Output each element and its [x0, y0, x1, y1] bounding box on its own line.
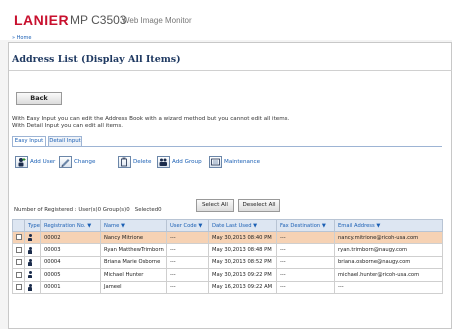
deselect-all-button[interactable]: Deselect All: [238, 199, 280, 212]
type-cell: [24, 268, 41, 282]
table-row[interactable]: 00002 Nancy Mitrione --- May 30,2013 08:…: [12, 230, 443, 245]
date-cell: May 30,2013 08:52 PM: [208, 255, 277, 270]
row-checkbox[interactable]: [16, 234, 22, 241]
name-cell: Michael Hunter: [100, 268, 167, 282]
user-code-cell: ---: [166, 243, 209, 257]
maintenance-button[interactable]: Maintenance: [209, 155, 260, 169]
name-cell: Jameel: [100, 280, 167, 294]
name-cell: Briana Marie Osborne: [100, 255, 167, 270]
change-icon: [59, 156, 72, 168]
delete-label: Delete: [133, 159, 152, 165]
table-row[interactable]: 00004 Briana Marie Osborne --- May 30,20…: [12, 255, 443, 270]
table-row[interactable]: 00005 Michael Hunter --- May 30,2013 09:…: [12, 268, 443, 282]
fax-cell: ---: [276, 268, 335, 282]
model-name: MP C3503: [70, 13, 127, 27]
user-code-cell: ---: [166, 268, 209, 282]
column-header-type[interactable]: Type ▼: [24, 219, 41, 232]
change-button[interactable]: Change: [59, 155, 95, 169]
email-cell: michael.hunter@ricoh-usa.com: [334, 268, 443, 282]
column-header-registration-no[interactable]: Registration No. ▼: [40, 219, 101, 232]
table-row[interactable]: 00003 Ryan MatthewTrimborn --- May 30,20…: [12, 243, 443, 257]
back-button[interactable]: Back: [16, 92, 62, 105]
user-code-cell: ---: [166, 230, 209, 245]
email-cell: briana.osborne@naugy.com: [334, 255, 443, 270]
delete-button[interactable]: Delete: [118, 155, 151, 169]
table-header-row: Type ▼ Registration No. ▼ Name ▼ User Co…: [12, 219, 443, 232]
registration-no-cell: 00001: [40, 280, 101, 294]
change-label: Change: [74, 159, 96, 165]
user-code-cell: ---: [166, 280, 209, 294]
registration-no-cell: 00002: [40, 230, 101, 245]
info-easy-input: With Easy Input you can edit the Address…: [12, 116, 290, 122]
address-table: Type ▼ Registration No. ▼ Name ▼ User Co…: [12, 219, 443, 294]
user-type-icon: [28, 234, 32, 242]
fax-cell: ---: [276, 230, 335, 245]
row-checkbox-cell[interactable]: [12, 255, 25, 270]
row-checkbox[interactable]: [16, 246, 22, 253]
add-user-button[interactable]: Add User: [15, 155, 55, 169]
date-cell: May 16,2013 09:22 AM: [208, 280, 277, 294]
user-type-icon: [28, 283, 32, 291]
table-row[interactable]: 00001 Jameel --- May 16,2013 09:22 AM --…: [12, 280, 443, 294]
tab-easy-input[interactable]: Easy Input: [12, 136, 46, 146]
email-cell: ---: [334, 280, 443, 294]
tab-divider: [12, 146, 442, 147]
maintenance-icon: [209, 156, 222, 168]
name-cell: Nancy Mitrione: [100, 230, 167, 245]
add-group-label: Add Group: [172, 159, 202, 165]
type-cell: [24, 280, 41, 294]
row-checkbox[interactable]: [16, 259, 22, 266]
fax-cell: ---: [276, 255, 335, 270]
registration-no-cell: 00004: [40, 255, 101, 270]
select-all-button[interactable]: Select All: [196, 199, 234, 212]
user-type-icon: [28, 246, 32, 254]
user-type-icon: [28, 258, 32, 266]
column-header: [12, 219, 25, 232]
registration-no-cell: 00003: [40, 243, 101, 257]
email-cell: nancy.mitrione@ricoh-usa.com: [334, 230, 443, 245]
add-group-button[interactable]: Add Group: [157, 155, 202, 169]
add-user-icon: [15, 156, 28, 168]
home-link[interactable]: » Home: [12, 35, 31, 41]
product-name: Web Image Monitor: [122, 16, 192, 25]
registered-count: Number of Registered : User(s)0 Group(s)…: [14, 207, 162, 213]
row-checkbox-cell[interactable]: [12, 280, 25, 294]
selected-count: Selected0: [134, 207, 162, 213]
page-title: Address List (Display All Items): [12, 54, 181, 65]
type-cell: [24, 230, 41, 245]
date-cell: May 30,2013 08:40 PM: [208, 230, 277, 245]
fax-cell: ---: [276, 280, 335, 294]
name-cell: Ryan MatthewTrimborn: [100, 243, 167, 257]
column-header-name[interactable]: Name ▼: [100, 219, 167, 232]
column-header-email-address[interactable]: Email Address ▼: [334, 219, 443, 232]
fax-cell: ---: [276, 243, 335, 257]
row-checkbox-cell[interactable]: [12, 268, 25, 282]
add-group-icon: [157, 156, 170, 168]
column-header-date-last-used[interactable]: Date Last Used ▼: [208, 219, 277, 232]
type-cell: [24, 243, 41, 257]
column-header-fax-destination[interactable]: Fax Destination ▼: [276, 219, 335, 232]
add-user-label: Add User: [30, 159, 56, 165]
row-checkbox-cell[interactable]: [12, 230, 25, 245]
tab-detail-input[interactable]: Detail Input: [48, 136, 82, 146]
delete-icon: [118, 156, 131, 168]
type-cell: [24, 255, 41, 270]
row-checkbox-cell[interactable]: [12, 243, 25, 257]
date-cell: May 30,2013 09:22 PM: [208, 268, 277, 282]
row-checkbox[interactable]: [16, 284, 22, 290]
user-code-cell: ---: [166, 255, 209, 270]
maintenance-label: Maintenance: [224, 159, 261, 165]
header-bar: LANIER MP C3503 Web Image Monitor » Home: [0, 0, 452, 41]
title-divider: [9, 70, 452, 71]
info-detail-input: With Detail Input you can edit all items…: [12, 123, 124, 129]
column-header-user-code[interactable]: User Code ▼: [166, 219, 209, 232]
row-checkbox[interactable]: [16, 271, 22, 278]
email-cell: ryan.trimborn@naugy.com: [334, 243, 443, 257]
registered-label: Number of Registered : User(s)0 Group(s)…: [14, 207, 130, 213]
date-cell: May 30,2013 08:48 PM: [208, 243, 277, 257]
brand-logo: LANIER: [14, 12, 70, 28]
registration-no-cell: 00005: [40, 268, 101, 282]
user-type-icon: [28, 271, 32, 279]
